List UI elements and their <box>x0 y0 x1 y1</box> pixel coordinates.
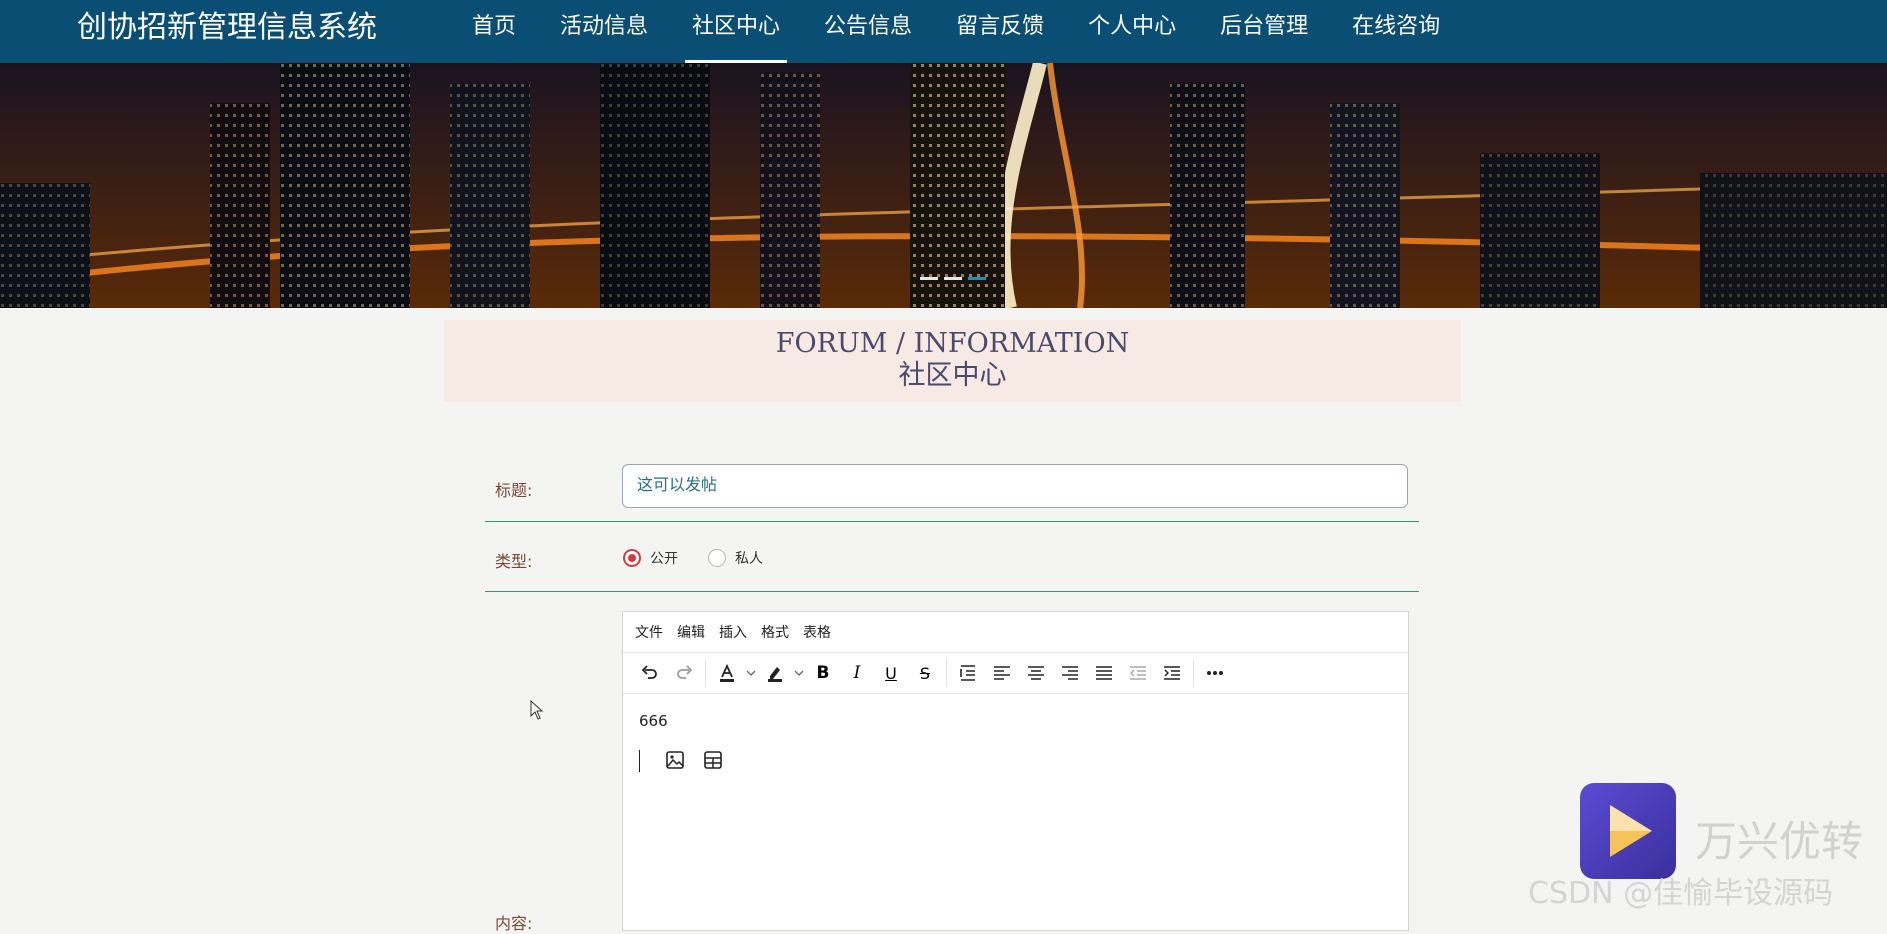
text-caret <box>639 750 640 772</box>
nav-forum[interactable]: 社区中心 <box>670 0 802 63</box>
type-row: 类型: 公开 私人 <box>485 521 1419 592</box>
play-icon <box>1610 805 1652 857</box>
editor-toolbar: B I U S <box>623 653 1408 694</box>
title-label: 标题: <box>495 481 533 500</box>
more-icon[interactable] <box>1198 658 1232 688</box>
rich-text-editor: 文件 编辑 插入 格式 表格 B I U S 666 <box>622 611 1409 931</box>
editor-menubar: 文件 编辑 插入 格式 表格 <box>623 612 1408 653</box>
app-watermark-logo <box>1580 783 1676 879</box>
section-title-zh: 社区中心 <box>898 360 1007 391</box>
top-navigation-bar: 创协招新管理信息系统 首页 活动信息 社区中心 公告信息 留言反馈 个人中心 后… <box>0 0 1887 63</box>
carousel-dot[interactable] <box>968 277 986 280</box>
strikethrough-icon[interactable]: S <box>908 658 942 688</box>
radio-circle <box>708 549 726 567</box>
menu-file[interactable]: 文件 <box>635 622 663 642</box>
redo-icon[interactable] <box>667 658 701 688</box>
toolbar-separator <box>946 659 947 687</box>
type-label: 类型: <box>495 552 533 571</box>
undo-icon[interactable] <box>633 658 667 688</box>
radio-private-label: 私人 <box>735 551 763 567</box>
banner-carousel-dots <box>920 277 986 280</box>
title-input[interactable]: 这可以发帖 <box>622 464 1408 508</box>
align-right-icon[interactable] <box>1053 658 1087 688</box>
quick-insert-toolbar <box>659 746 729 774</box>
highlight-icon[interactable] <box>758 658 792 688</box>
brand-title: 创协招新管理信息系统 <box>77 10 377 45</box>
chevron-down-icon[interactable] <box>744 658 758 688</box>
image-icon[interactable] <box>659 746 691 774</box>
menu-insert[interactable]: 插入 <box>719 622 747 642</box>
underline-icon[interactable]: U <box>874 658 908 688</box>
indent-icon[interactable] <box>1155 658 1189 688</box>
toolbar-separator <box>705 659 706 687</box>
section-title-en: FORUM / INFORMATION <box>775 328 1130 359</box>
nav-profile[interactable]: 个人中心 <box>1066 0 1198 63</box>
app-watermark-text: 万兴优转 <box>1695 817 1864 866</box>
menu-edit[interactable]: 编辑 <box>677 622 705 642</box>
hero-banner <box>0 63 1887 308</box>
radio-public[interactable]: 公开 <box>623 548 678 568</box>
align-center-icon[interactable] <box>1019 658 1053 688</box>
bold-icon[interactable]: B <box>806 658 840 688</box>
nav-admin[interactable]: 后台管理 <box>1198 0 1330 63</box>
title-row: 标题: 这可以发帖 <box>485 450 1419 522</box>
align-left-icon[interactable] <box>985 658 1019 688</box>
nav-home[interactable]: 首页 <box>450 0 538 63</box>
carousel-dot[interactable] <box>920 277 938 280</box>
nav-consult[interactable]: 在线咨询 <box>1330 0 1462 63</box>
nav-announcements[interactable]: 公告信息 <box>802 0 934 63</box>
main-nav: 首页 活动信息 社区中心 公告信息 留言反馈 个人中心 后台管理 在线咨询 <box>450 0 1462 63</box>
radio-public-label: 公开 <box>650 551 678 567</box>
toolbar-separator <box>1193 659 1194 687</box>
table-icon[interactable] <box>697 746 729 774</box>
line-height-icon[interactable] <box>951 658 985 688</box>
align-justify-icon[interactable] <box>1087 658 1121 688</box>
menu-format[interactable]: 格式 <box>761 622 789 642</box>
editor-text: 666 <box>639 712 668 730</box>
nav-activities[interactable]: 活动信息 <box>538 0 670 63</box>
csdn-watermark: CSDN @佳愉毕设源码 <box>1528 876 1834 911</box>
city-night-image <box>0 63 1887 308</box>
nav-feedback[interactable]: 留言反馈 <box>934 0 1066 63</box>
editor-content-area[interactable]: 666 <box>623 694 1408 772</box>
carousel-dot[interactable] <box>944 277 962 280</box>
outdent-icon[interactable] <box>1121 658 1155 688</box>
radio-circle <box>623 549 641 567</box>
menu-table[interactable]: 表格 <box>803 622 831 642</box>
content-label: 内容: <box>495 914 533 933</box>
section-title-box: FORUM / INFORMATION 社区中心 <box>444 320 1461 402</box>
text-color-icon[interactable] <box>710 658 744 688</box>
italic-icon[interactable]: I <box>840 658 874 688</box>
chevron-down-icon[interactable] <box>792 658 806 688</box>
radio-private[interactable]: 私人 <box>708 548 763 568</box>
mouse-cursor-icon <box>530 700 544 720</box>
